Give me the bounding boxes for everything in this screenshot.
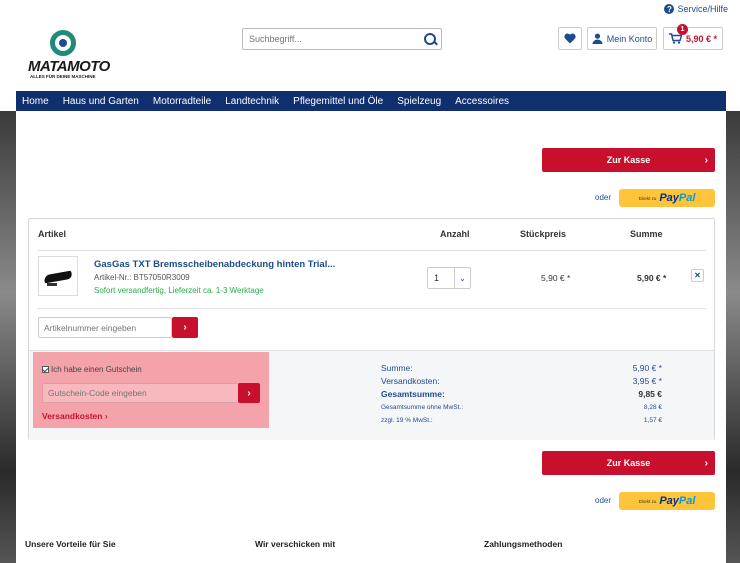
shipping-costs-label: Versandkosten [42,411,103,421]
summary-total-value: 9,85 € [638,389,662,399]
summary-net-value: 8,28 € [643,404,662,411]
logo-tagline: ALLES FÜR DEINE MASCHINE [30,74,96,79]
article-number-input[interactable] [38,317,172,338]
account-button[interactable]: Mein Konto [587,27,657,50]
paypal-button-bottom[interactable]: Direkt zu PayPal [619,492,715,510]
nav-item-motorradteile[interactable]: Motorradteile [153,96,211,107]
shipping-costs-link[interactable]: Versandkosten › [42,411,108,421]
checkout-button-bottom[interactable]: Zur Kasse › [542,451,715,475]
product-availability: Sofort versandfertig, Lieferzeit ca. 1-3… [94,286,264,295]
or-label: oder [595,193,612,202]
header-article: Artikel [38,229,67,239]
nav-item-spielzeug[interactable]: Spielzeug [397,96,441,107]
logo-wordmark: MATAMOTO [28,58,110,75]
summary-shipping-label: Versandkosten: [381,376,440,386]
paypal-logo-pay: Pay [659,192,679,204]
nav-item-accessoires[interactable]: Accessoires [455,96,509,107]
paypal-logo: PayPal [659,192,695,204]
close-icon: ✕ [694,271,701,280]
footer-heading-shipping: Wir verschicken mit [255,539,336,549]
summary-net-label: Gesamtsumme ohne MwSt.: [381,404,463,411]
chevron-down-icon: ⌄ [454,268,470,288]
background-image-left [0,111,16,563]
cart-total: 5,90 € * [685,33,718,44]
chevron-right-icon: › [183,322,187,333]
product-name-link[interactable]: GasGas TXT Bremsscheibenabdeckung hinten… [94,259,335,270]
summary-vat-value: 1,57 € [643,417,662,424]
service-label: Service/Hilfe [677,4,728,14]
voucher-checkbox[interactable] [42,366,49,373]
nav-item-haus-und-garten[interactable]: Haus und Garten [63,96,139,107]
summary-shipping-value: 3,95 € * [632,376,662,386]
background-image-right [726,111,740,563]
nav-item-home[interactable]: Home [22,96,49,107]
divider [37,250,706,251]
or-label: oder [595,496,612,505]
user-icon [592,33,603,44]
product-article-number: Artikel-Nr.: BT57050R3009 [94,273,190,282]
quantity-select[interactable]: 1 ⌄ [427,267,471,289]
voucher-checkbox-label[interactable]: Ich habe einen Gutschein [51,365,142,374]
logo[interactable]: MATAMOTO ALLES FÜR DEINE MASCHINE [28,30,110,82]
logo-gear-icon [50,30,76,56]
line-total: 5,90 € * [637,273,667,283]
service-link[interactable]: ? Service/Hilfe [664,4,728,14]
checkout-button-top[interactable]: Zur Kasse › [542,148,715,172]
footer-heading-payment: Zahlungsmethoden [484,539,563,549]
header-unit-price: Stückpreis [520,229,567,239]
cart-count-badge: 1 [677,24,688,35]
checkout-button-label: Zur Kasse [606,155,651,165]
voucher-section: Ich habe einen Gutschein › Versandkosten… [33,352,269,428]
cart-page: Zur Kasse › oder Direkt zu PayPal Artike… [16,111,726,563]
cart-table-header: Artikel Anzahl Stückpreis Summe [29,219,714,245]
checkout-button-label: Zur Kasse [606,458,651,468]
cart-button[interactable]: 1 5,90 € * [663,24,723,50]
paypal-prefix: Direkt zu [638,195,657,201]
cart-summary: Ich habe einen Gutschein › Versandkosten… [29,350,714,440]
help-icon: ? [664,4,675,14]
nav-item-landtechnik[interactable]: Landtechnik [225,96,279,107]
paypal-logo: PayPal [659,495,695,507]
header-total: Summe [630,229,663,239]
nav-item-pflegemittel[interactable]: Pflegemittel und Öle [293,96,383,107]
paypal-prefix: Direkt zu [638,498,657,504]
product-image[interactable] [38,256,78,296]
paypal-logo-pal: Pal [678,495,696,507]
chevron-right-icon: › [247,387,251,399]
add-article-button[interactable]: › [172,317,198,338]
chevron-right-icon: › [704,457,708,469]
search-input[interactable] [243,29,419,49]
wishlist-button[interactable] [558,27,582,50]
heart-icon [564,33,576,44]
search-icon[interactable] [419,29,441,49]
summary-vat-label: zzgl. 19 % MwSt.: [381,417,433,424]
summary-sum-label: Summe: [381,363,413,373]
summary-total-label: Gesamtsumme: [381,389,445,399]
voucher-code-input[interactable] [42,383,242,403]
summary-sum-value: 5,90 € * [632,363,662,373]
unit-price: 5,90 € * [541,273,571,283]
paypal-logo-pay: Pay [659,495,679,507]
main-navigation: Home Haus und Garten Motorradteile Landt… [16,91,726,111]
paypal-logo-pal: Pal [678,192,696,204]
divider [37,308,706,309]
quantity-value: 1 [434,273,440,283]
header-quantity: Anzahl [440,229,470,239]
search-box [242,28,442,50]
account-label: Mein Konto [606,33,653,44]
chevron-right-icon: › [704,154,708,166]
remove-item-button[interactable]: ✕ [691,269,704,282]
voucher-submit-button[interactable]: › [238,383,260,403]
paypal-button-top[interactable]: Direkt zu PayPal [619,189,715,207]
footer-heading-benefits: Unsere Vorteile für Sie [25,539,116,549]
cart-table: Artikel Anzahl Stückpreis Summe GasGas T… [28,218,715,440]
